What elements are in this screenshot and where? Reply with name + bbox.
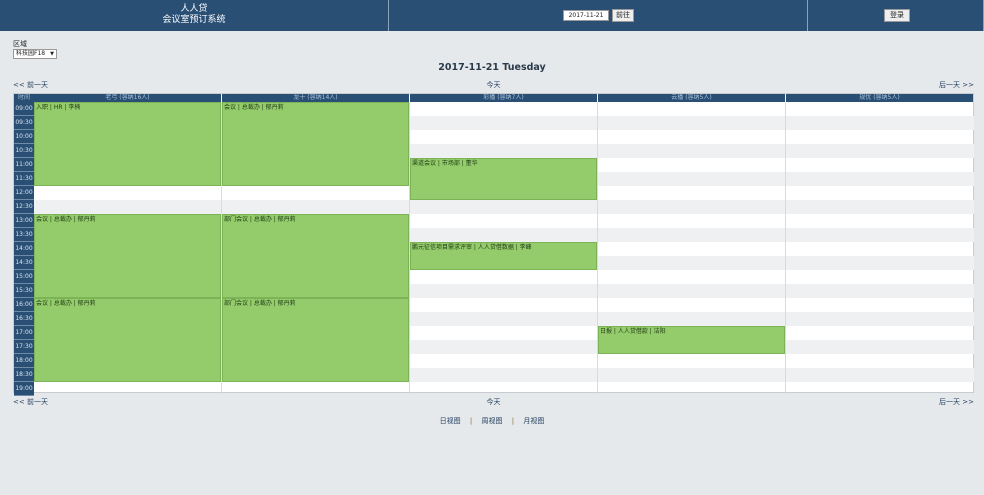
booking-block[interactable]: 会议 | 总裁办 | 郁丹莉 [222,102,409,186]
area-label: 区域 [13,40,27,48]
booking-block[interactable]: 部门会议 | 总裁办 | 郁丹莉 [222,214,409,298]
time-slot-label: 15:00 [14,270,34,284]
time-slot-label: 16:00 [14,298,34,312]
system-name: 会议室预订系统 [162,15,226,25]
booking-block[interactable]: 部门会议 | 总裁办 | 郁丹莉 [222,298,409,382]
booking-block[interactable]: 会议 | 总裁办 | 郁丹莉 [34,214,221,298]
top-bar: 人人贷 会议室预订系统 2017-11-21 前往 登录 [0,0,984,31]
room-header[interactable]: 彩播 (容纳7人) [410,94,597,102]
date-input[interactable]: 2017-11-21 [563,10,609,21]
time-slot-label: 16:30 [14,312,34,326]
grid-row [34,200,974,214]
time-slot-label: 10:00 [14,130,34,144]
time-slot-label: 12:30 [14,200,34,214]
grid-row [34,382,974,396]
column-divider [785,102,786,394]
time-slot-label: 19:00 [14,382,34,396]
time-slot-label: 18:30 [14,368,34,382]
time-slot-label: 17:30 [14,340,34,354]
time-slot-label: 10:30 [14,144,34,158]
today-link[interactable]: 今天 [13,80,974,90]
time-slot-label: 13:30 [14,228,34,242]
time-slot-label: 14:00 [14,242,34,256]
booking-block[interactable]: 会议 | 总裁办 | 郁丹莉 [34,298,221,382]
day-nav-bottom: << 前一天 今天 后一天 >> [13,397,974,407]
dropdown-arrow-icon: ▼ [50,51,54,57]
company-name: 人人贷 [180,4,208,14]
time-slot-label: 12:00 [14,186,34,200]
booking-block[interactable]: 日报 | 人人贷借款 | 洁阳 [598,326,785,354]
time-slot-label: 13:00 [14,214,34,228]
view-switcher: 日视图 | 周视图 | 月视图 [0,416,984,426]
week-view-link[interactable]: 周视图 [482,417,503,425]
time-slot-label: 15:30 [14,284,34,298]
goto-button[interactable]: 前往 [612,9,634,22]
next-day-link[interactable]: 后一天 >> [939,397,974,407]
room-header[interactable]: 云播 (容纳5人) [598,94,785,102]
date-title: 2017-11-21 Tuesday [438,62,546,73]
area-select-value: 科技园F18 [16,50,46,57]
next-day-link[interactable]: 后一天 >> [939,80,974,90]
system-title: 人人贷 会议室预订系统 [0,0,389,31]
day-nav-top: << 前一天 今天 后一天 >> [13,80,974,90]
room-header[interactable]: 规优 (容纳5人) [786,94,973,102]
login-area: 登录 [808,0,984,31]
time-slot-label: 18:00 [14,354,34,368]
month-view-link[interactable]: 月视图 [523,417,544,425]
day-view-link[interactable]: 日视图 [440,417,461,425]
login-button[interactable]: 登录 [884,9,910,22]
booking-block[interactable]: 入职 | HR | 李楠 [34,102,221,186]
today-link[interactable]: 今天 [13,397,974,407]
time-slot-label: 11:30 [14,172,34,186]
booking-block[interactable]: 渠道会议 | 市场部 | 董华 [410,158,597,200]
separator: | [511,417,515,425]
room-header[interactable]: 老弓 (容纳16人) [34,94,221,102]
booking-grid: 时间 老弓 (容纳16人) 龙十 (容纳14人) 彩播 (容纳7人) 云播 (容纳5人)… [13,93,974,396]
time-slot-label: 11:00 [14,158,34,172]
time-slot-label: 17:00 [14,326,34,340]
time-column-header: 时间 [14,94,34,102]
time-slot-label: 09:00 [14,102,34,116]
room-header[interactable]: 龙十 (容纳14人) [222,94,409,102]
booking-block[interactable]: 鹏元征信项目需求评审 | 人人贷借数据 | 李峰 [410,242,597,270]
date-picker-area: 2017-11-21 前往 [389,0,808,31]
time-slot-label: 14:30 [14,256,34,270]
time-slot-label: 09:30 [14,116,34,130]
area-select[interactable]: 科技园F18 ▼ [13,49,57,59]
separator: | [469,417,473,425]
